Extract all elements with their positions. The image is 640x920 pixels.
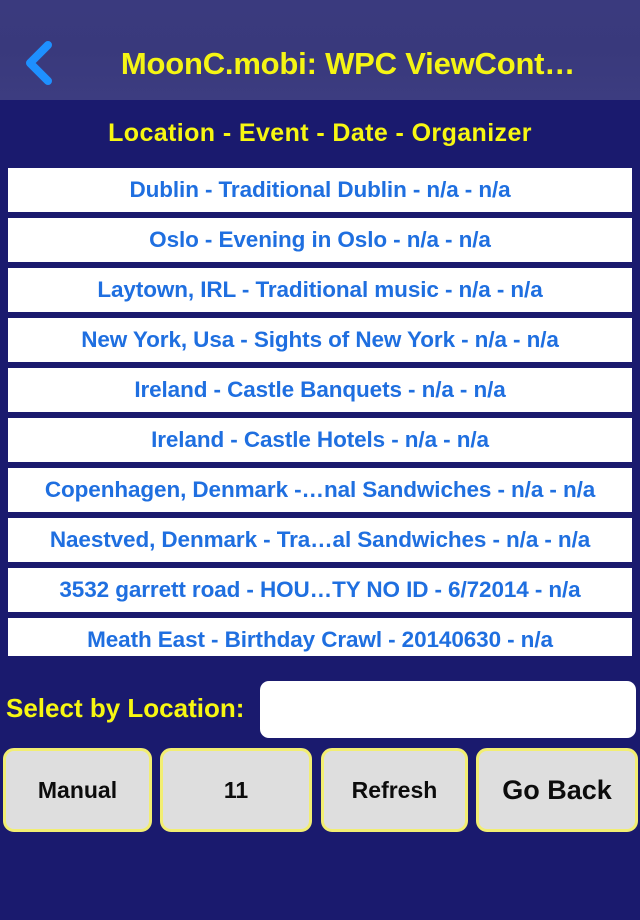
select-by-location-row: Select by Location:: [0, 672, 640, 744]
back-button[interactable]: [14, 40, 60, 86]
list-item[interactable]: 3532 garrett road - HOU…TY NO ID - 6/720…: [8, 568, 632, 612]
list-item[interactable]: Oslo - Evening in Oslo - n/a - n/a: [8, 218, 632, 262]
list-item-label: New York, Usa - Sights of New York - n/a…: [81, 327, 559, 352]
select-by-location-label: Select by Location:: [6, 693, 245, 723]
list-item[interactable]: Dublin - Traditional Dublin - n/a - n/a: [8, 168, 632, 212]
app-root: MoonC.mobi: WPC ViewCont… Location - Eve…: [0, 0, 640, 920]
list-item-label: Naestved, Denmark - Tra…al Sandwiches - …: [49, 527, 591, 552]
list-item[interactable]: Copenhagen, Denmark -…nal Sandwiches - n…: [8, 468, 632, 512]
chevron-left-icon: [22, 41, 52, 85]
list-item-label: Copenhagen, Denmark -…nal Sandwiches - n…: [44, 477, 596, 502]
go-back-button[interactable]: Go Back: [476, 748, 638, 832]
list-item[interactable]: Laytown, IRL - Traditional music - n/a -…: [8, 268, 632, 312]
columns-header: Location - Event - Date - Organizer: [108, 119, 532, 147]
navigation-bar: MoonC.mobi: WPC ViewCont…: [0, 0, 640, 100]
event-list[interactable]: Dublin - Traditional Dublin - n/a - n/a O…: [0, 168, 640, 656]
list-item-label: Dublin - Traditional Dublin - n/a - n/a: [129, 177, 511, 202]
list-item[interactable]: Meath East - Birthday Crawl - 20140630 -…: [8, 618, 632, 656]
list-item-label: Oslo - Evening in Oslo - n/a - n/a: [149, 227, 491, 252]
event-list-inner: Dublin - Traditional Dublin - n/a - n/a O…: [0, 168, 640, 656]
list-item-label: Laytown, IRL - Traditional music - n/a -…: [97, 277, 543, 302]
list-item-label: Ireland - Castle Hotels - n/a - n/a: [151, 427, 489, 452]
list-item[interactable]: Naestved, Denmark - Tra…al Sandwiches - …: [8, 518, 632, 562]
list-item[interactable]: New York, Usa - Sights of New York - n/a…: [8, 318, 632, 362]
button-bar: Manual 11 Refresh Go Back: [0, 748, 640, 832]
list-item-label: 3532 garrett road - HOU…TY NO ID - 6/720…: [59, 577, 581, 602]
list-item[interactable]: Ireland - Castle Hotels - n/a - n/a: [8, 418, 632, 462]
refresh-button[interactable]: Refresh: [321, 748, 468, 832]
manual-button[interactable]: Manual: [3, 748, 152, 832]
page-title: MoonC.mobi: WPC ViewCont…: [120, 46, 576, 81]
list-item[interactable]: Ireland - Castle Banquets - n/a - n/a: [8, 368, 632, 412]
location-input[interactable]: [260, 681, 636, 738]
count-button[interactable]: 11: [160, 748, 312, 832]
list-item-label: Ireland - Castle Banquets - n/a - n/a: [134, 377, 506, 402]
list-item-label: Meath East - Birthday Crawl - 20140630 -…: [87, 627, 553, 652]
